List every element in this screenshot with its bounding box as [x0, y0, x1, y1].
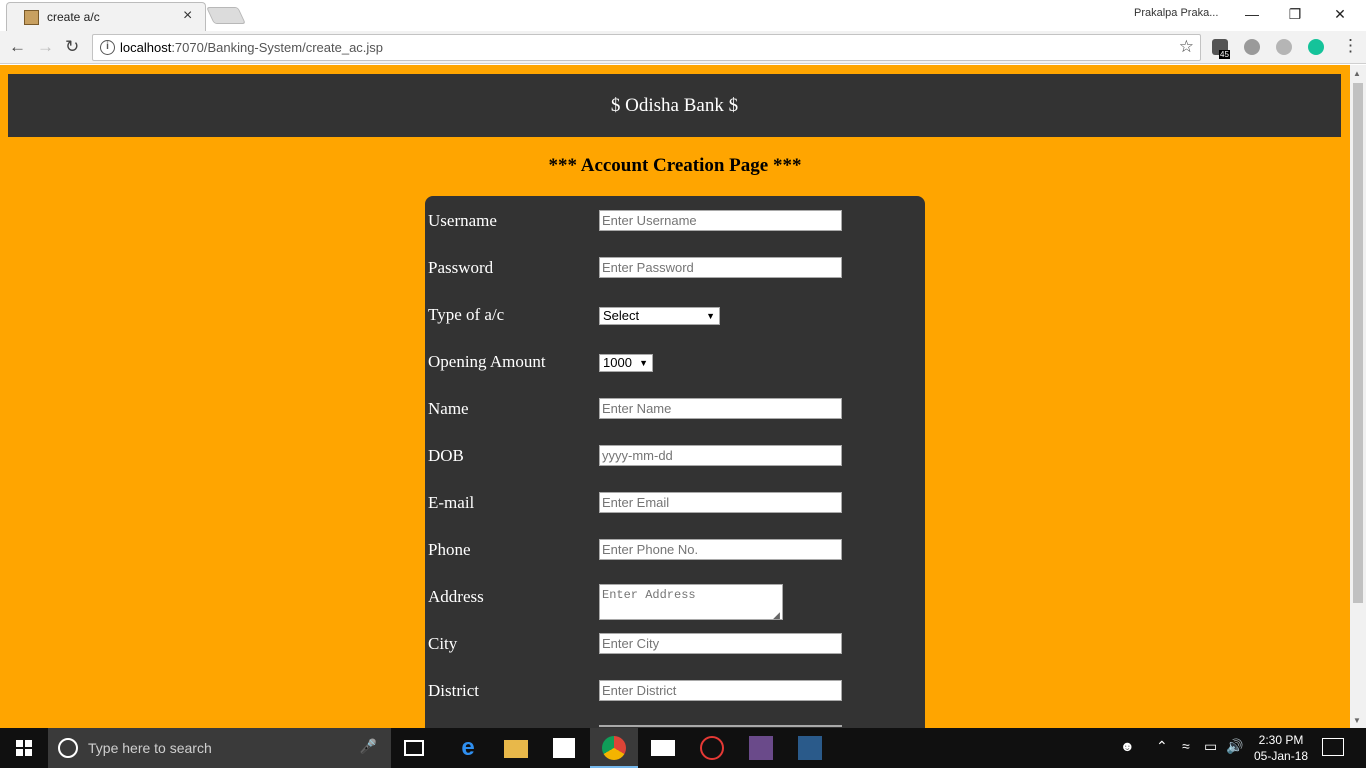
back-icon[interactable]: ← [9, 37, 26, 57]
cortana-icon [58, 738, 78, 758]
address-textarea[interactable] [599, 584, 783, 620]
city-input[interactable] [599, 633, 842, 654]
clock-time: 2:30 PM [1258, 733, 1304, 747]
username-input[interactable] [599, 210, 842, 231]
username-row: Username [425, 208, 925, 232]
volume-icon[interactable]: 🔊 [1226, 738, 1243, 755]
password-label: Password [428, 258, 494, 277]
extension-icon-3[interactable] [1276, 39, 1292, 55]
city-label: City [428, 634, 458, 653]
opening-amount-selected: 1000 [603, 355, 632, 370]
opening-amount-row: Opening Amount 1000 ▼ [425, 349, 925, 373]
email-input[interactable] [599, 492, 842, 513]
restore-icon[interactable]: ❐ [1275, 3, 1315, 25]
system-clock[interactable]: 2:30 PM 05-Jan-18 [1254, 732, 1308, 764]
microphone-icon[interactable]: 🎤 [360, 738, 377, 755]
name-input[interactable] [599, 398, 842, 419]
scroll-down-icon[interactable]: ▼ [1353, 716, 1361, 725]
bookmark-star-icon[interactable]: ☆ [1179, 37, 1194, 57]
wifi-icon[interactable]: ≈ [1182, 738, 1190, 754]
email-row: E-mail [425, 490, 925, 514]
name-row: Name [425, 396, 925, 420]
address-label: Address [428, 587, 484, 606]
account-type-selected: Select [603, 308, 640, 323]
account-creation-form: Username Password Type of a/c Select ▼ O… [425, 196, 925, 728]
district-input[interactable] [599, 680, 842, 701]
menu-icon[interactable]: ⋮ [1342, 36, 1359, 56]
start-button[interactable] [0, 728, 48, 768]
opening-amount-select[interactable]: 1000 ▼ [599, 354, 653, 372]
bank-header: $ Odisha Bank $ [8, 74, 1341, 137]
taskbar-search[interactable]: Type here to search 🎤 [48, 728, 391, 768]
dropdown-arrow-icon: ▼ [639, 358, 648, 368]
browser-tab-strip: create a/c × Prakalpa Praka... — ❐ ✕ [0, 0, 1366, 31]
action-center-icon[interactable] [1322, 738, 1344, 756]
scroll-thumb[interactable] [1353, 83, 1363, 603]
phone-input[interactable] [599, 539, 842, 560]
show-hidden-icons-icon[interactable]: ⌃ [1156, 738, 1168, 755]
dob-row: DOB [425, 443, 925, 467]
grammarly-icon[interactable] [1308, 39, 1324, 55]
dob-label: DOB [428, 446, 464, 465]
chrome-icon[interactable] [602, 736, 626, 760]
battery-icon[interactable]: ▭ [1204, 738, 1217, 755]
task-view-icon[interactable] [404, 740, 424, 756]
forward-icon[interactable]: → [37, 37, 54, 57]
opening-amount-label: Opening Amount [428, 352, 546, 371]
phone-row: Phone [425, 537, 925, 561]
account-type-row: Type of a/c Select ▼ [425, 302, 925, 326]
password-input[interactable] [599, 257, 842, 278]
new-tab-button[interactable] [206, 7, 246, 24]
username-label: Username [428, 211, 497, 230]
address-bar[interactable]: i localhost:7070/Banking-System/create_a… [92, 34, 1201, 61]
scroll-up-icon[interactable]: ▲ [1353, 69, 1361, 78]
mail-icon[interactable] [651, 740, 675, 756]
url-text[interactable]: localhost:7070/Banking-System/create_ac.… [120, 40, 383, 55]
district-row: District [425, 678, 925, 702]
minimize-icon[interactable]: — [1232, 3, 1272, 25]
account-type-label: Type of a/c [428, 305, 505, 324]
dob-input[interactable] [599, 445, 842, 466]
next-field-edge [599, 725, 842, 727]
extension-badge: 45 [1219, 50, 1230, 59]
browser-toolbar: ← → ↻ i localhost:7070/Banking-System/cr… [0, 31, 1366, 64]
page-viewport: $ Odisha Bank $ *** Account Creation Pag… [0, 65, 1350, 728]
windows-taskbar: Type here to search 🎤 e ☻ ⌃ ≈ ▭ 🔊 2:30 P… [0, 728, 1366, 768]
phone-label: Phone [428, 540, 471, 559]
email-label: E-mail [428, 493, 475, 512]
favicon-icon [24, 10, 39, 25]
profile-name[interactable]: Prakalpa Praka... [1134, 7, 1218, 19]
name-label: Name [428, 399, 469, 418]
account-type-select[interactable]: Select ▼ [599, 307, 720, 325]
browser-tab[interactable]: create a/c × [6, 2, 206, 31]
file-explorer-icon[interactable] [504, 740, 528, 758]
people-icon[interactable]: ☻ [1120, 738, 1135, 754]
mysql-workbench-icon[interactable] [798, 736, 822, 760]
windows-logo-icon [16, 740, 32, 756]
city-row: City [425, 631, 925, 655]
district-label: District [428, 681, 479, 700]
page-scrollbar[interactable]: ▲ ▼ [1350, 65, 1366, 728]
search-placeholder: Type here to search [88, 740, 212, 756]
store-icon[interactable] [553, 738, 575, 758]
page-title: *** Account Creation Page *** [548, 155, 802, 176]
extension-icon-2[interactable] [1244, 39, 1260, 55]
info-icon[interactable]: i [100, 40, 115, 55]
reload-icon[interactable]: ↻ [65, 37, 79, 57]
resize-grip-icon[interactable]: ◢ [773, 610, 780, 621]
tab-close-icon[interactable]: × [183, 7, 192, 25]
netbeans-icon[interactable] [749, 736, 773, 760]
edge-icon[interactable]: e [456, 736, 480, 760]
address-row: Address ◢ [425, 584, 925, 624]
password-row: Password [425, 255, 925, 279]
app-icon-red[interactable] [700, 736, 724, 760]
clock-date: 05-Jan-18 [1254, 749, 1309, 763]
dropdown-arrow-icon: ▼ [706, 311, 715, 321]
close-window-icon[interactable]: ✕ [1320, 3, 1360, 25]
tab-title: create a/c [47, 10, 100, 24]
